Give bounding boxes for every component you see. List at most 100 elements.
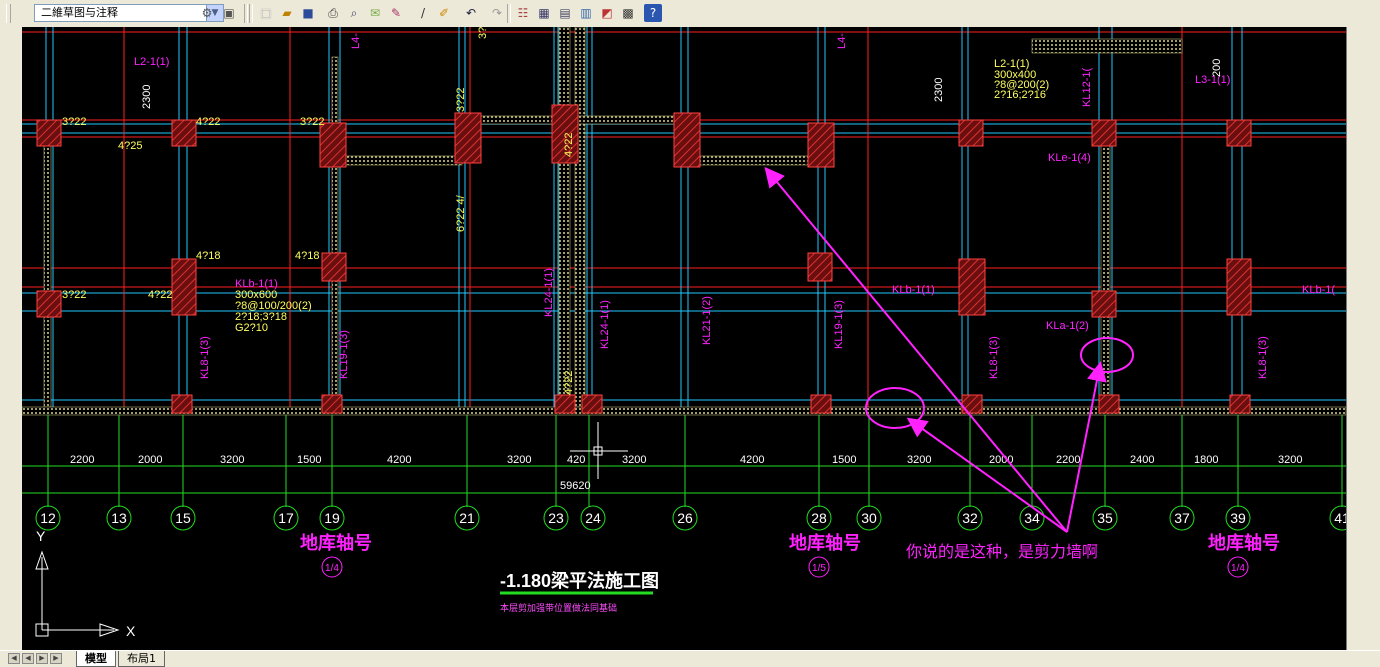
total-dimension: 59620 [560, 480, 591, 492]
axis-bubble[interactable]: 15 [170, 505, 196, 531]
axis-bubble[interactable]: 13 [106, 505, 132, 531]
svg-text:23: 23 [548, 510, 564, 526]
open-icon[interactable]: ▰ [278, 4, 296, 22]
markup-icon[interactable]: ◩ [598, 4, 616, 22]
callout-label: 地库轴号 [1208, 532, 1280, 553]
svg-text:19: 19 [324, 510, 340, 526]
svg-text:3?22: 3?22 [455, 88, 467, 112]
svg-text:KL24-1(1): KL24-1(1) [543, 268, 555, 317]
calculator-icon[interactable]: ▩ [619, 4, 637, 22]
save-icon[interactable]: ■ [299, 4, 317, 22]
callout-label: 地库轴号 [789, 532, 861, 553]
toolbar-separator [507, 4, 511, 23]
axis-bubble[interactable]: 41 [1329, 505, 1346, 531]
plot-icon[interactable]: ⎙ [324, 4, 342, 22]
axis-bubble[interactable]: 12 [35, 505, 61, 531]
tab-model[interactable]: 模型 [76, 651, 116, 667]
svg-text:3?22: 3?22 [62, 116, 86, 128]
svg-text:200: 200 [1211, 59, 1223, 77]
dim-text: 4200 [740, 454, 764, 466]
axis-bubble[interactable]: 19 [319, 505, 345, 531]
axis-bubble[interactable]: 26 [672, 505, 698, 531]
axis-bubble[interactable]: 28 [806, 505, 832, 531]
dimension-text: 2200 2000 3200 1500 4200 3200 420 3200 4… [70, 454, 1302, 492]
svg-text:L4-: L4- [350, 33, 362, 49]
callout-label: 地库轴号 [300, 532, 372, 553]
svg-text:KLe-1(4): KLe-1(4) [1048, 152, 1091, 164]
axis-bubble[interactable]: 21 [454, 505, 480, 531]
publish-icon[interactable]: ✉ [366, 4, 384, 22]
axis-bubble[interactable]: 23 [543, 505, 569, 531]
preview-icon[interactable]: ⌕ [345, 4, 363, 22]
vertical-grid-lines [45, 27, 1243, 407]
svg-text:4?18: 4?18 [196, 250, 220, 262]
next-tab-icon[interactable]: ▶ [36, 653, 48, 664]
svg-text:34: 34 [1024, 510, 1040, 526]
axis-bubbles: 12 13 15 17 19 21 23 24 26 28 30 32 34 3… [35, 505, 1346, 531]
axis-bubble[interactable]: 17 [273, 505, 299, 531]
cad-drawing[interactable]: 2200 2000 3200 1500 4200 3200 420 3200 4… [22, 27, 1346, 650]
svg-text:4?22: 4?22 [563, 133, 575, 157]
dim-text: 3200 [1278, 454, 1302, 466]
annotation-note: 你说的是这种，是剪力墙啊 [906, 543, 1098, 561]
properties-icon[interactable]: ☷ [514, 4, 532, 22]
pencil-icon[interactable]: / [414, 4, 432, 22]
axis-bubble[interactable]: 35 [1092, 505, 1118, 531]
vertical-beam-labels: KL19-1(3) KL19-1(3) KL21-1(2) KL24-1(1) … [141, 27, 1269, 395]
dim-text: 3200 [907, 454, 931, 466]
axis-bubble[interactable]: 34 [1019, 505, 1045, 531]
svg-text:KL21-1(2): KL21-1(2) [701, 296, 713, 345]
layout-tab-bar: ◀ ◀ ▶ ▶ 模型 布局1 [0, 650, 1380, 667]
design-center-icon[interactable]: ▦ [535, 4, 553, 22]
dim-text: 420 [567, 454, 585, 466]
dim-text: 2000 [138, 454, 162, 466]
svg-text:28: 28 [811, 510, 827, 526]
axis-bubble[interactable]: 39 [1225, 505, 1251, 531]
brush-icon[interactable]: ✐ [435, 4, 453, 22]
new-icon[interactable]: □ [257, 4, 275, 22]
svg-text:KLb-1(: KLb-1( [1302, 284, 1335, 296]
axis-bubble[interactable]: 32 [957, 505, 983, 531]
axis-bubble[interactable]: 37 [1169, 505, 1195, 531]
right-frame [1346, 27, 1380, 650]
svg-text:35: 35 [1097, 510, 1113, 526]
help-icon[interactable]: ? [644, 4, 662, 22]
workspace-save-icon[interactable]: ▣ [220, 4, 238, 22]
toolbar-grip[interactable] [6, 4, 11, 23]
svg-text:KL19-1(3): KL19-1(3) [338, 330, 350, 379]
dim-text: 3200 [622, 454, 646, 466]
drawing-subtitle: 本层剪加强带位置做法同基础 [500, 602, 617, 613]
workspace-settings-icon[interactable]: ⚙ [198, 4, 216, 22]
prev-tab-icon[interactable]: ◀ [22, 653, 34, 664]
drawing-canvas[interactable]: 2200 2000 3200 1500 4200 3200 420 3200 4… [22, 27, 1346, 650]
standard-toolbar: 二維草图与注释 ▼ ⚙ ▣ □ ▰ ■ ⎙ ⌕ ✉ ✎ / ✐ ↶ ↷ ☷ ▦ … [0, 0, 1380, 28]
dim-text: 3200 [507, 454, 531, 466]
axis-bubble[interactable]: 24 [580, 505, 606, 531]
basement-axis-callouts: 地库轴号 地库轴号 地库轴号 1/4 1/5 1/4 [300, 532, 1280, 578]
axis-bubble[interactable]: 30 [856, 505, 882, 531]
svg-text:39: 39 [1230, 510, 1246, 526]
svg-text:KL8-1(3): KL8-1(3) [1257, 336, 1269, 379]
shear-walls [22, 27, 1346, 416]
match-icon[interactable]: ✎ [387, 4, 405, 22]
svg-text:L2-1(1): L2-1(1) [134, 56, 169, 68]
svg-text:1/4: 1/4 [325, 563, 339, 574]
first-tab-icon[interactable]: ◀ [8, 653, 20, 664]
svg-text:4?22: 4?22 [563, 371, 575, 395]
tab-layout1[interactable]: 布局1 [118, 651, 165, 667]
redo-icon[interactable]: ↷ [488, 4, 506, 22]
undo-icon[interactable]: ↶ [462, 4, 480, 22]
svg-text:3?: 3? [477, 27, 489, 39]
svg-text:21: 21 [459, 510, 475, 526]
svg-text:17: 17 [278, 510, 294, 526]
dim-text: 2400 [1130, 454, 1154, 466]
svg-text:KL24-1(1): KL24-1(1) [599, 300, 611, 349]
toolbar-separator [249, 4, 253, 23]
workspace-dropdown[interactable]: 二維草图与注释 ▼ [34, 4, 224, 22]
dim-text: 2200 [70, 454, 94, 466]
tool-palette-icon[interactable]: ▤ [556, 4, 574, 22]
sheet-set-icon[interactable]: ▥ [577, 4, 595, 22]
svg-text:KL8-1(3): KL8-1(3) [199, 336, 211, 379]
beam-labels: L2-1(1) L2-1(1) 300x400 ?8@200(2) 2?16;2… [62, 56, 1335, 334]
last-tab-icon[interactable]: ▶ [50, 653, 62, 664]
